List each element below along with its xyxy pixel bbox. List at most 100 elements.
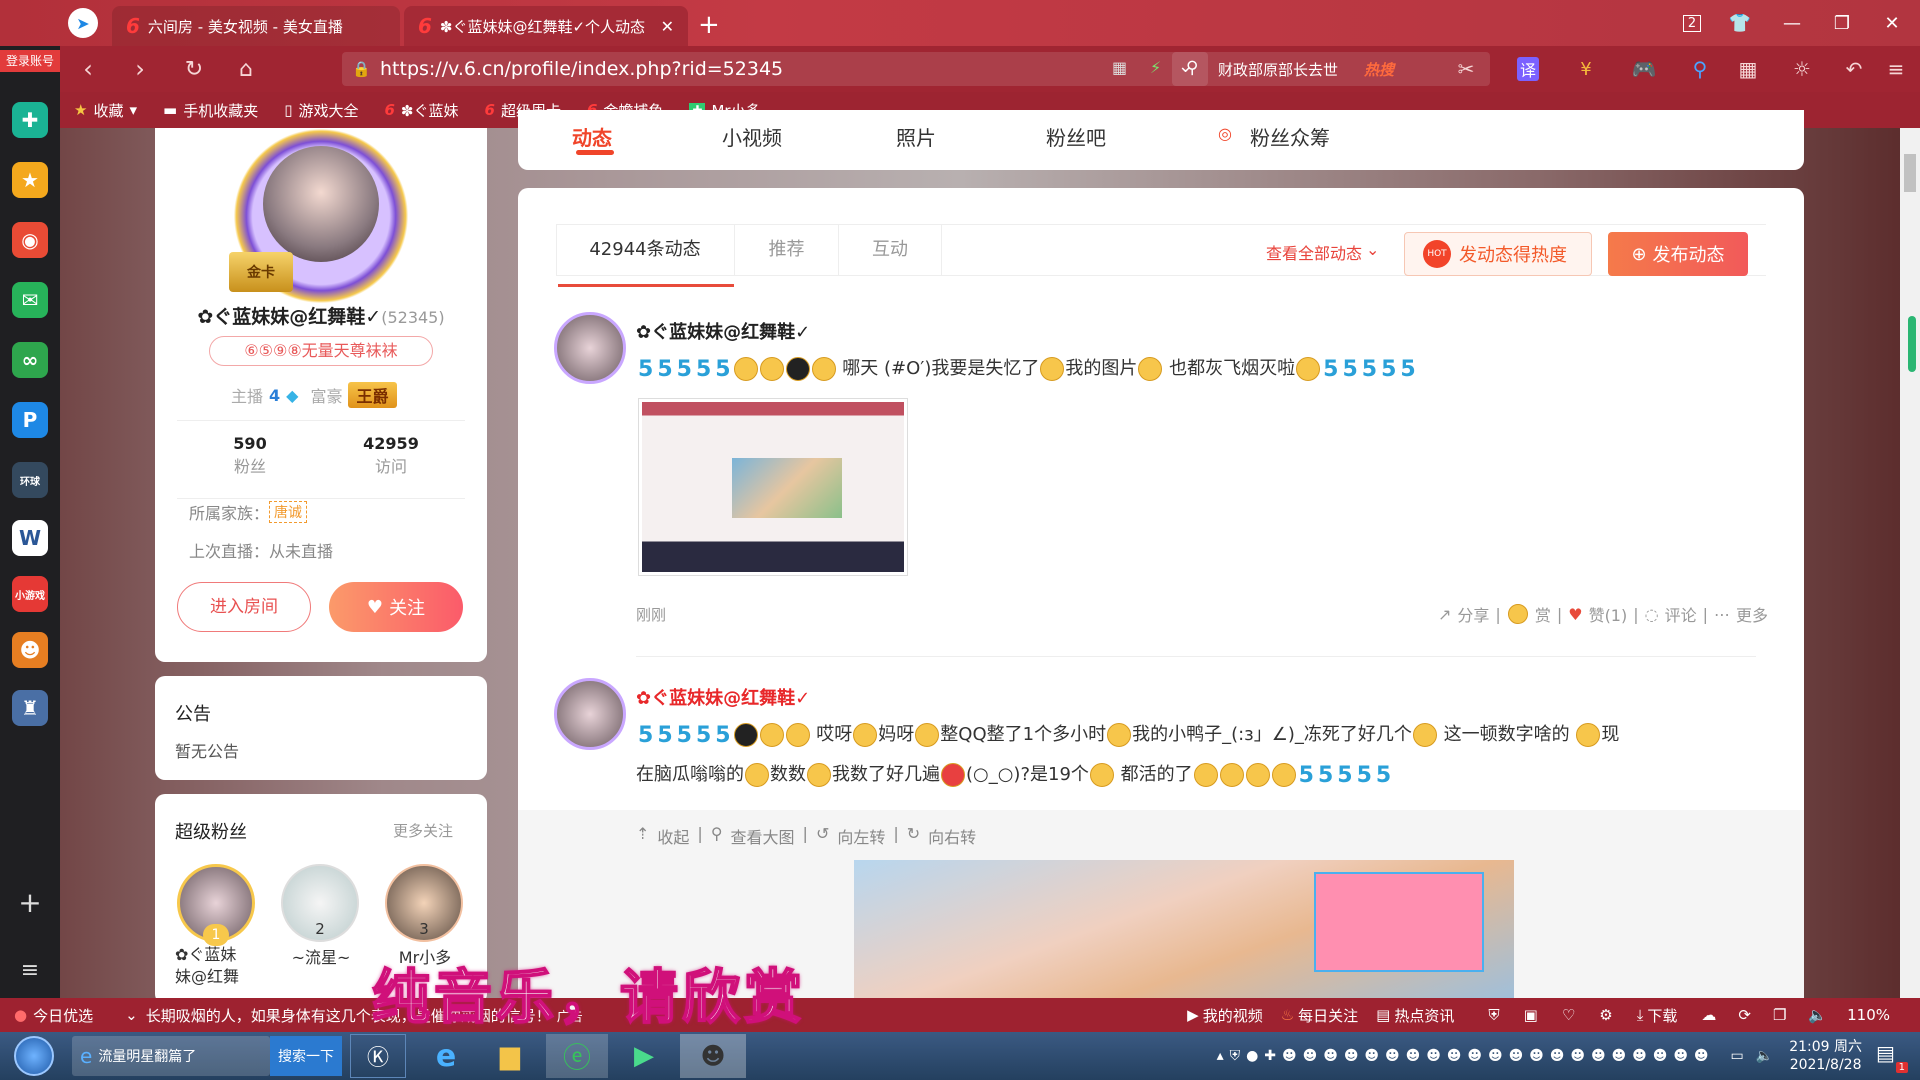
game-app-icon[interactable]: ☻	[680, 1034, 746, 1078]
bookmark-mobile[interactable]: ▬ 手机收藏夹	[163, 100, 258, 121]
cloud-icon[interactable]: ☁	[1701, 1006, 1716, 1024]
minimize-icon[interactable]: —	[1774, 8, 1810, 38]
tab-liujianfang[interactable]: 6 六间房 - 美女视频 - 美女直播	[112, 6, 400, 46]
url-text[interactable]: https://v.6.cn/profile/index.php?rid=523…	[380, 58, 783, 80]
scissors-icon[interactable]: ✂	[1450, 54, 1482, 84]
shield-icon[interactable]: ⛨	[1488, 1006, 1499, 1024]
search-text[interactable]: 财政部原部长去世	[1218, 59, 1338, 80]
qr-icon[interactable]: ▦	[1112, 58, 1127, 77]
close-window-icon[interactable]: ✕	[1874, 8, 1910, 38]
brightness-icon[interactable]: ☼	[1786, 54, 1818, 84]
network-icon[interactable]: ▭	[1731, 1048, 1744, 1064]
daily-follow-link[interactable]: 每日关注	[1298, 1005, 1358, 1026]
rotate-right-button[interactable]: 向右转	[928, 824, 976, 848]
view-all-dynamic[interactable]: 查看全部动态 ⌄	[1266, 240, 1379, 264]
publish-button[interactable]: ⊕ 发布动态	[1608, 232, 1748, 276]
enter-room-button[interactable]: 进入房间	[177, 582, 311, 632]
like-button[interactable]: 赞(1)	[1589, 602, 1628, 626]
volume-icon[interactable]: 🔈	[1808, 1006, 1827, 1024]
view-large-button[interactable]: 查看大图	[731, 824, 795, 848]
download-link[interactable]: 下载	[1647, 1005, 1677, 1026]
game-avatar-icon[interactable]: ☻	[12, 632, 48, 668]
navigation-arrow-icon[interactable]: ➤	[68, 8, 98, 38]
fan-name[interactable]: ~流星~	[281, 944, 361, 968]
tab-profile[interactable]: 6 ✽ぐ蓝妹妹@红舞鞋✓个人动态 ✕	[404, 6, 688, 46]
follow-button[interactable]: ♥ 关注	[329, 582, 463, 632]
image-icon[interactable]: ▣	[1524, 1006, 1538, 1024]
avatar[interactable]	[263, 146, 379, 262]
post-large-image[interactable]	[854, 860, 1514, 1010]
restore-icon[interactable]: ❐	[1824, 8, 1860, 38]
tab-dynamic[interactable]: 动态	[572, 122, 612, 151]
collapse-button[interactable]: 收起	[657, 824, 689, 848]
clock[interactable]: 21:09 周六 2021/8/28	[1789, 1038, 1862, 1074]
vertical-scrollbar[interactable]	[1900, 128, 1920, 998]
comment-button[interactable]: 评论	[1665, 602, 1697, 626]
tab-count-icon[interactable]: 2	[1682, 14, 1702, 32]
window-icon[interactable]: ❐	[1773, 1006, 1786, 1024]
heat-button[interactable]: HOT 发动态得热度	[1404, 232, 1592, 276]
today-picks[interactable]: 今日优选	[33, 1005, 93, 1026]
reward-button[interactable]: 赏	[1535, 602, 1551, 626]
add-app-icon[interactable]: +	[12, 884, 48, 920]
post-image[interactable]	[638, 398, 908, 576]
feed-tab-interact[interactable]: 互动	[838, 224, 942, 276]
new-tab-icon[interactable]: +	[698, 10, 720, 40]
news-app-icon[interactable]: 环球	[12, 462, 48, 498]
tab-fan-bar[interactable]: 粉丝吧	[1046, 122, 1106, 151]
grid-icon[interactable]: ▦	[1732, 54, 1764, 84]
translate-icon[interactable]: 译	[1516, 57, 1539, 81]
start-button[interactable]	[14, 1036, 54, 1076]
word-doc-icon[interactable]: W	[12, 520, 48, 556]
speed-icon[interactable]: ⚡	[1150, 58, 1161, 77]
login-button[interactable]: 登录账号	[0, 50, 60, 72]
k-app-icon[interactable]: Ⓚ	[350, 1034, 406, 1078]
zoom-level[interactable]: 110%	[1847, 1006, 1890, 1024]
refresh-icon[interactable]: ↻	[178, 54, 210, 84]
favorites-star-icon[interactable]: ★	[12, 162, 48, 198]
tools-icon[interactable]: ⚙	[1599, 1006, 1612, 1024]
bookmark-favorites[interactable]: ★ 收藏 ▾	[74, 100, 137, 121]
tab-fan-crowdfund[interactable]: 粉丝众筹	[1250, 122, 1330, 151]
folder-icon[interactable]: ▆	[482, 1034, 538, 1078]
url-bar[interactable]: 🔒 https://v.6.cn/profile/index.php?rid=5…	[342, 52, 1208, 86]
my-video-link[interactable]: 我的视频	[1203, 1005, 1263, 1026]
search-box[interactable]: ⚲ 财政部原部长去世 热搜	[1172, 52, 1490, 86]
menu-icon[interactable]: ≡	[1880, 54, 1912, 84]
family-badge[interactable]: 唐诚	[269, 501, 308, 523]
bookmark-games[interactable]: ▯ 游戏大全	[284, 100, 358, 121]
mail-icon[interactable]: ✉	[12, 282, 48, 318]
forward-icon[interactable]: ›	[124, 54, 156, 84]
heart-outline-icon[interactable]: ♡	[1562, 1006, 1575, 1024]
taskbar-search-button[interactable]: 搜索一下	[270, 1036, 342, 1076]
small-game-icon[interactable]: 小游戏	[12, 576, 48, 612]
hot-news-link[interactable]: 热点资讯	[1394, 1005, 1454, 1026]
tab-short-video[interactable]: 小视频	[722, 122, 782, 151]
sync-icon[interactable]: ⟳	[1738, 1006, 1751, 1024]
game-castle-icon[interactable]: ♜	[12, 690, 48, 726]
volume-tray-icon[interactable]: 🔈	[1756, 1048, 1773, 1064]
post-avatar[interactable]	[554, 678, 626, 750]
share-button[interactable]: 分享	[1457, 602, 1489, 626]
tray-icons[interactable]: ▴⛨●✚☻☻☻☻☻☻☻☻☻☻☻☻☻☻☻☻☻☻☻☻☻	[1217, 1048, 1715, 1064]
feed-tab-recommend[interactable]: 推荐	[734, 224, 838, 276]
gamepad-icon[interactable]: 🎮	[1628, 54, 1660, 84]
browser-2345-icon[interactable]: ⓔ	[546, 1034, 608, 1078]
notification-icon[interactable]: ▤ 1	[1876, 1041, 1908, 1073]
bookmark-profile[interactable]: 6 ✽ぐ蓝妹	[384, 100, 458, 121]
close-tab-icon[interactable]: ✕	[661, 17, 674, 36]
weibo-icon[interactable]: ◉	[12, 222, 48, 258]
fan-name[interactable]: ✿ぐ蓝妹 妹@红舞	[175, 944, 265, 988]
p-app-icon[interactable]: P	[12, 402, 48, 438]
tab-photos[interactable]: 照片	[896, 122, 936, 151]
coin-icon[interactable]: ¥	[1570, 54, 1602, 84]
side-scroll-indicator[interactable]	[1908, 316, 1916, 372]
rotate-left-button[interactable]: 向左转	[837, 824, 885, 848]
post-author[interactable]: ✿ぐ蓝妹妹@红舞鞋✓	[636, 318, 810, 344]
post-avatar[interactable]	[554, 312, 626, 384]
feed-tab-all[interactable]: 42944条动态	[556, 224, 734, 276]
magnifier-icon[interactable]: ⚲	[1684, 54, 1716, 84]
more-button[interactable]: 更多	[1736, 602, 1768, 626]
scroll-thumb[interactable]	[1904, 154, 1916, 192]
video-player-icon[interactable]: ▶	[616, 1034, 672, 1078]
